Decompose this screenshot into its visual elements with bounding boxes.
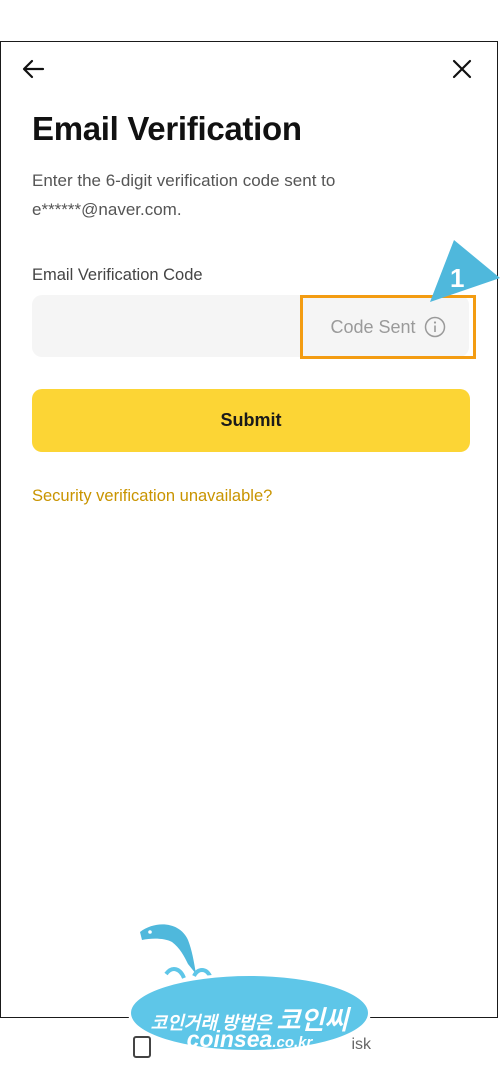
watermark-logo: 코인거래 방법은 코인씨 coinsea.co.kr [128, 918, 373, 1058]
code-field-label: Email Verification Code [32, 266, 203, 284]
submit-button[interactable]: Submit [32, 389, 470, 452]
annotation-marker-icon [430, 240, 500, 302]
security-unavailable-link[interactable]: Security verification unavailable? [32, 487, 272, 506]
page-description: Enter the 6-digit verification code sent… [32, 171, 336, 219]
info-icon[interactable] [424, 316, 446, 338]
code-sent-label: Code Sent [330, 316, 416, 337]
arrow-left-icon[interactable] [21, 56, 47, 82]
close-icon[interactable] [449, 56, 475, 82]
annotation-marker-number: 1 [450, 263, 465, 293]
watermark-domain: coinsea.co.kr [186, 1026, 313, 1052]
phone-screen: Email Verification Enter the 6-digit ver… [0, 41, 498, 1058]
page-title: Email Verification [32, 110, 302, 147]
